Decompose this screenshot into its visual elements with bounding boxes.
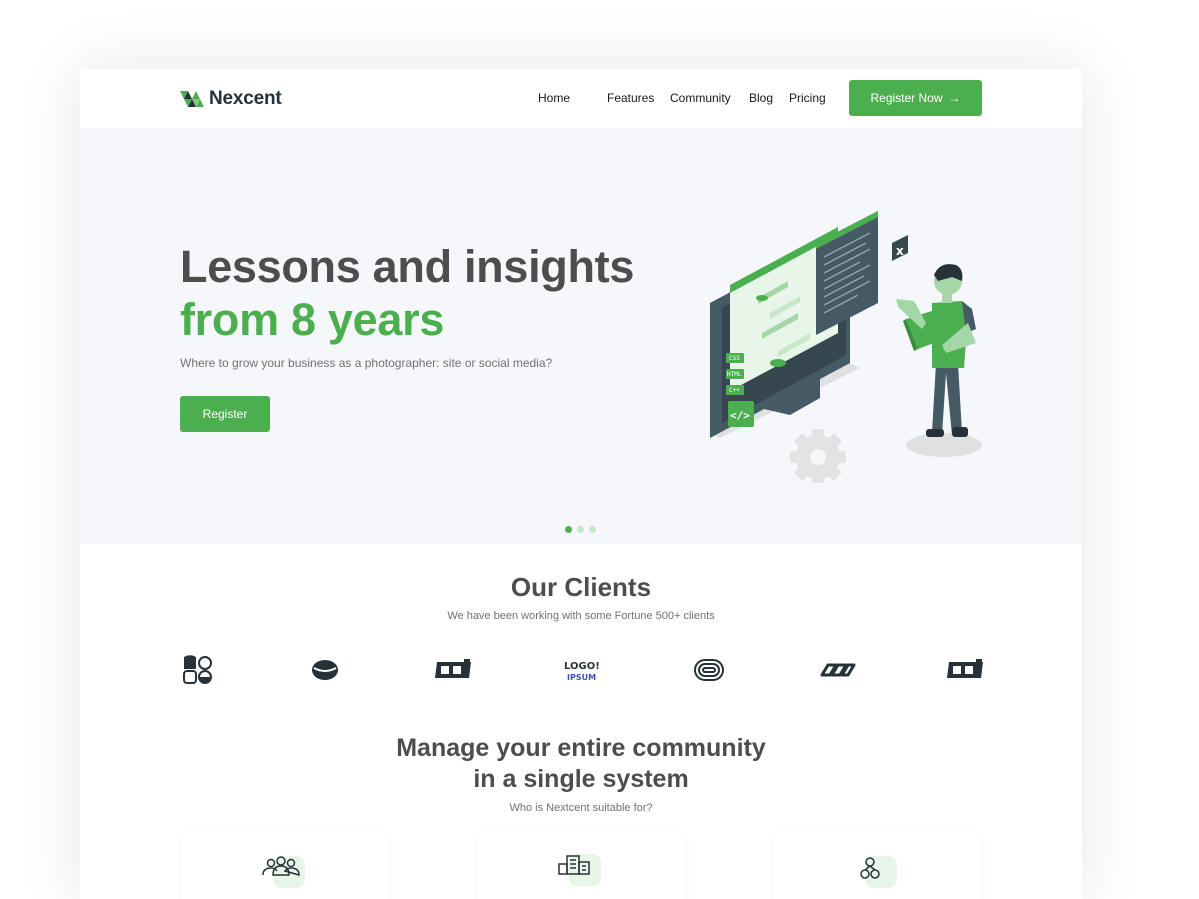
register-now-label: Register Now [870,91,943,105]
feature-card-members[interactable] [181,832,389,899]
hand-heart-icon [860,856,897,888]
slider-dots [565,526,596,533]
svg-text:IPSUM: IPSUM [567,673,596,682]
slider-dot-1[interactable] [565,526,572,533]
person-figure [896,264,976,437]
clients-subtitle: We have been working with some Fortune 5… [447,610,715,622]
nav-link-blog[interactable]: Blog [749,91,773,105]
html-tag: HTML [727,371,742,378]
clients-title: Our Clients [510,572,652,602]
client-logo-5 [689,654,729,686]
css-tag: CSS [729,355,740,362]
brand-logo[interactable]: Nexcent [180,88,282,110]
client-logo-1 [178,654,218,686]
nav-link-community[interactable]: Community [670,91,731,105]
client-logo-3 [433,654,473,686]
client-logo-2 [305,654,345,686]
members-icon [262,856,305,888]
nav-link-home[interactable]: Home [538,91,570,105]
community-subtitle: Who is Nextcent suitable for? [509,802,653,814]
landing-page: Nexcent Home Features Community Blog Pri… [80,69,1082,899]
slider-dot-3[interactable] [589,526,596,533]
community-title-line2: in a single system [473,765,689,793]
close-box-icon: x [892,235,908,261]
feature-card-clubs[interactable] [773,832,981,899]
building-icon [558,854,601,886]
client-logo-6 [817,654,857,686]
arrow-right-icon: → [948,91,961,105]
hero-title: Lessons and insights from 8 years [180,240,634,346]
svg-text:x: x [896,244,904,258]
code-tags: CSS HTML C++ [726,353,744,395]
slider-dot-2[interactable] [577,526,584,533]
hero-section: Lessons and insights from 8 years Where … [80,128,1082,544]
developer-illustration: CSS HTML C++ </> x [710,211,982,483]
register-button[interactable]: Register [180,396,270,432]
hero-title-line1: Lessons and insights [180,241,635,292]
nexcent-logo-icon [180,91,204,107]
hero-subtitle: Where to grow your business as a photogr… [180,356,553,370]
cpp-tag: C++ [729,387,740,394]
nav-link-features[interactable]: Features [607,91,654,105]
feature-card-associations[interactable] [477,832,685,899]
community-title: Manage your entire community in a single… [80,733,1082,795]
brand-name: Nexcent [209,88,282,109]
navbar: Nexcent Home Features Community Blog Pri… [80,69,1082,128]
community-title-line1: Manage your entire community [396,734,766,762]
register-now-button[interactable]: Register Now → [849,80,982,116]
nav-link-pricing[interactable]: Pricing [789,91,826,105]
client-logo-4: LOGO! IPSUM [561,654,601,686]
gear-icon [790,429,846,483]
client-logo-7 [945,654,985,686]
logo-ipsum-text: LOGO! [564,661,600,672]
svg-text:</>: </> [730,409,750,422]
hero-title-line2: from 8 years [180,294,445,345]
